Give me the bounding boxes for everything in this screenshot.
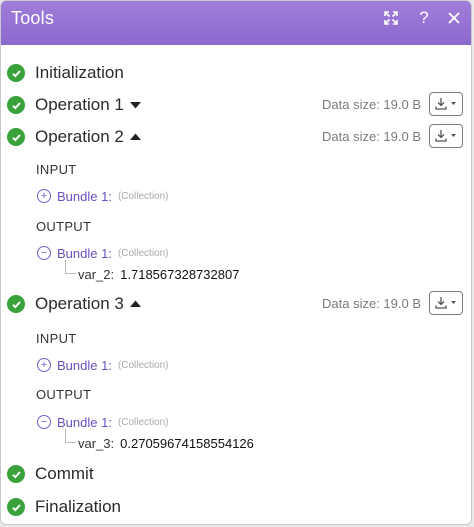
bundle-type: (Collection) [117, 190, 169, 202]
caret-down-icon[interactable] [129, 96, 141, 114]
close-icon[interactable] [443, 7, 465, 29]
download-icon [435, 297, 456, 309]
variable-name: var_3: [78, 435, 115, 451]
variable-value: 0.27059674158554126 [120, 435, 254, 451]
step-label: Finalization [35, 497, 121, 516]
input-bundle[interactable]: + Bundle 1: (Collection) [37, 188, 169, 204]
variable-row: var_2: 1.718567328732807 [78, 266, 239, 282]
data-size-label: Data size: 19.0 B [322, 296, 421, 311]
variable-name: var_2: [78, 266, 115, 282]
step-label: Initialization [35, 63, 124, 82]
step-finalization: Finalization [7, 495, 121, 519]
bundle-name: Bundle 1: [57, 357, 112, 373]
bundle-type: (Collection) [117, 359, 169, 371]
caret-up-icon[interactable] [129, 295, 141, 313]
caret-up-icon[interactable] [129, 128, 141, 146]
bundle-name: Bundle 1: [57, 188, 112, 204]
bundle-type: (Collection) [117, 416, 169, 428]
download-button[interactable] [429, 291, 463, 315]
bundle-name: Bundle 1: [57, 245, 112, 261]
output-section-label: OUTPUT [36, 387, 92, 402]
step-operation-2[interactable]: Operation 2 [7, 125, 141, 149]
check-circle-icon [7, 465, 25, 483]
step-operation-3[interactable]: Operation 3 [7, 292, 141, 316]
collapse-minus-icon[interactable]: − [37, 246, 51, 260]
window-title: Tools [11, 8, 55, 28]
expand-plus-icon[interactable]: + [37, 189, 51, 203]
step-commit: Commit [7, 462, 94, 486]
input-section-label: INPUT [36, 331, 77, 346]
variable-value: 1.718567328732807 [120, 266, 240, 282]
download-button[interactable] [429, 92, 463, 116]
bundle-name: Bundle 1: [57, 414, 112, 430]
download-icon [435, 98, 456, 110]
title-bar: Tools ? [1, 1, 471, 45]
tree-connector [65, 260, 76, 274]
output-bundle[interactable]: − Bundle 1: (Collection) [37, 245, 169, 261]
step-operation-1[interactable]: Operation 1 [7, 93, 141, 117]
tools-panel: Tools ? Initialization Operation 1 Data … [0, 0, 472, 525]
step-label: Commit [35, 464, 94, 483]
download-icon [435, 130, 456, 142]
data-size-label: Data size: 19.0 B [322, 129, 421, 144]
check-circle-icon [7, 498, 25, 516]
input-bundle[interactable]: + Bundle 1: (Collection) [37, 357, 169, 373]
step-label: Operation 2 [35, 127, 124, 146]
output-section-label: OUTPUT [36, 219, 92, 234]
help-icon[interactable]: ? [413, 7, 435, 29]
check-circle-icon [7, 128, 25, 146]
collapse-minus-icon[interactable]: − [37, 415, 51, 429]
variable-row: var_3: 0.27059674158554126 [78, 435, 254, 451]
step-label: Operation 3 [35, 294, 124, 313]
check-circle-icon [7, 295, 25, 313]
tree-connector [65, 429, 76, 443]
check-circle-icon [7, 64, 25, 82]
check-circle-icon [7, 96, 25, 114]
input-section-label: INPUT [36, 162, 77, 177]
data-size-label: Data size: 19.0 B [322, 97, 421, 112]
expand-plus-icon[interactable]: + [37, 358, 51, 372]
expand-icon[interactable] [380, 7, 402, 29]
step-initialization: Initialization [7, 61, 124, 85]
step-label: Operation 1 [35, 95, 124, 114]
bundle-type: (Collection) [117, 247, 169, 259]
output-bundle[interactable]: − Bundle 1: (Collection) [37, 414, 169, 430]
download-button[interactable] [429, 124, 463, 148]
